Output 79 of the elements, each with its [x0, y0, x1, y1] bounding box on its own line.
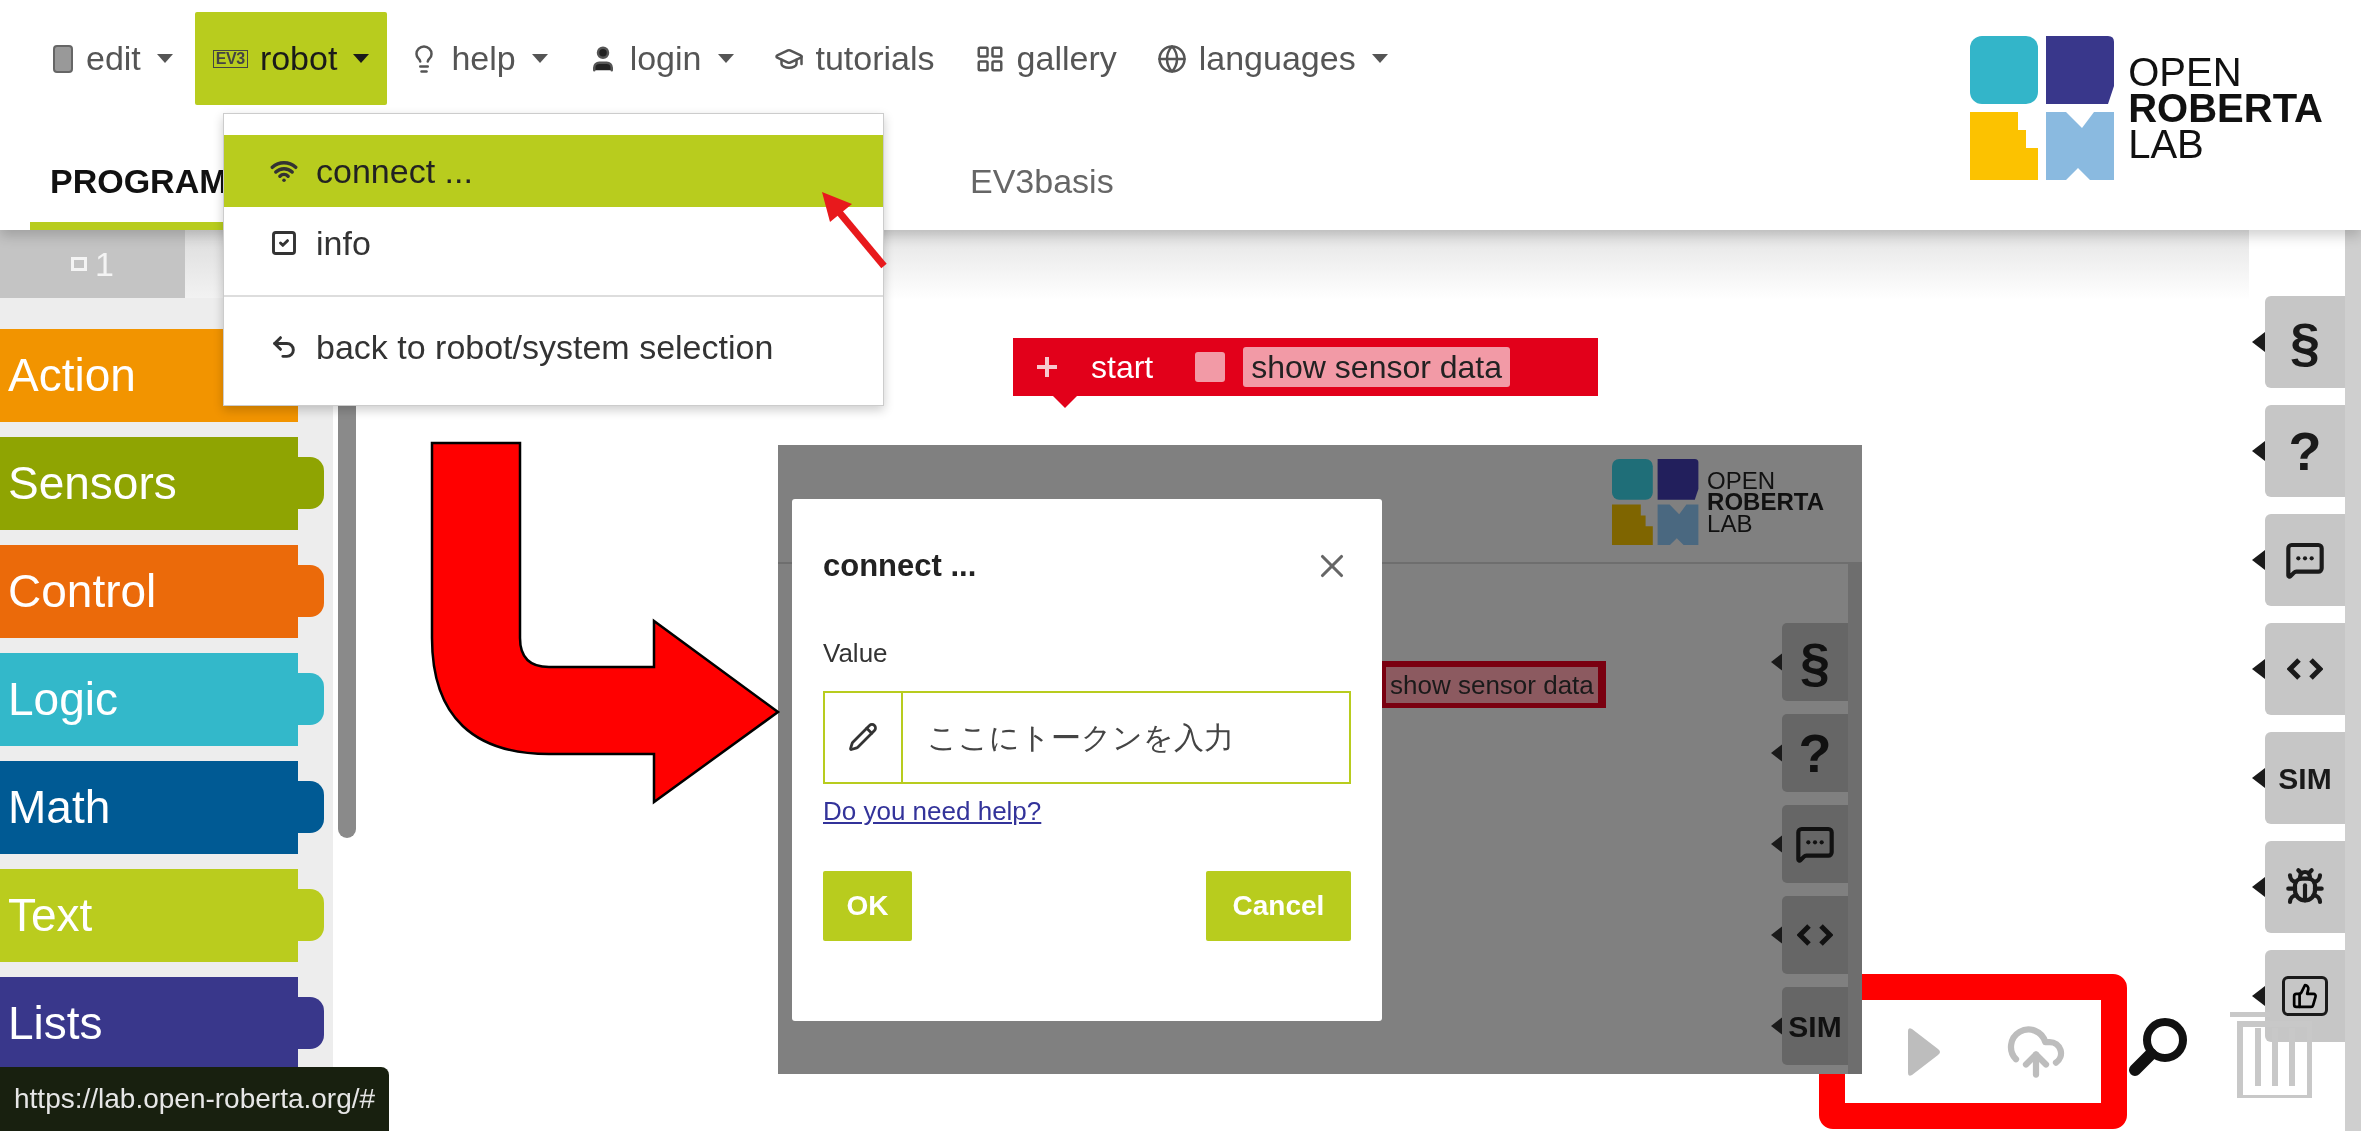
- logo-text: ROBERTA: [1707, 491, 1824, 513]
- side-button-label: §: [2289, 315, 2320, 369]
- side-button[interactable]: ?: [2265, 405, 2345, 497]
- nav-menu-item[interactable]: gallery: [956, 12, 1135, 105]
- block-label: start: [1091, 348, 1154, 387]
- globe-icon: [1156, 43, 1187, 74]
- caret-icon: [156, 53, 173, 64]
- pointer-icon: [2252, 659, 2265, 679]
- pointer-icon: [2252, 550, 2265, 570]
- nav-menu-item[interactable]: tutorials: [755, 12, 953, 105]
- logo-text: OPEN: [2128, 54, 2243, 90]
- logo-text: LAB: [1707, 513, 1754, 535]
- nav-menu-item[interactable]: edit: [34, 12, 191, 105]
- bug-icon: [2285, 867, 2325, 907]
- category-block[interactable]: Lists: [0, 977, 324, 1070]
- checkbox[interactable]: [1195, 352, 1226, 382]
- token-input-field[interactable]: ここにトークンを入力: [903, 692, 1349, 782]
- caret-icon: [353, 53, 370, 64]
- pointer-icon: [1771, 834, 1782, 854]
- pointer-icon: [1771, 743, 1782, 763]
- start-block[interactable]: start show sensor data: [1013, 338, 1598, 396]
- side-button-label: §: [1799, 635, 1830, 689]
- pointer-icon: [2252, 877, 2265, 897]
- code-icon: [1797, 923, 1833, 947]
- plus-icon: [1035, 355, 1059, 379]
- tab[interactable]: EV3basis: [950, 140, 1134, 230]
- menu-item[interactable]: back to robot/system selection: [224, 295, 883, 383]
- nav-menu-item[interactable]: login: [569, 12, 752, 105]
- logo-text: ROBERTA: [2128, 90, 2323, 126]
- zoom-icon[interactable]: [2127, 1016, 2189, 1078]
- side-button-label: SIM: [1788, 1008, 1842, 1045]
- logo-text: LAB: [2128, 126, 2205, 162]
- side-button[interactable]: [2265, 950, 2345, 1042]
- document-icon: [52, 43, 74, 74]
- speech-bubble-icon: [1795, 824, 1835, 864]
- token-field[interactable]: ここにトークンを入力: [823, 690, 1351, 784]
- thumbs-up-bubble-icon: [2282, 976, 2328, 1016]
- side-button[interactable]: [2265, 623, 2345, 715]
- block-notch-icon: [1053, 396, 1077, 408]
- side-button[interactable]: [2265, 841, 2345, 933]
- speech-bubble-icon: [2285, 540, 2325, 580]
- square-icon: [71, 257, 88, 271]
- menu-item[interactable]: info: [224, 207, 883, 279]
- pencil-icon: [848, 722, 878, 752]
- menu-item[interactable]: connect ...: [224, 135, 883, 207]
- side-button-label: SIM: [2278, 760, 2332, 797]
- side-button-label: ?: [1798, 726, 1832, 780]
- block-option[interactable]: show sensor data: [1243, 347, 1511, 387]
- side-button[interactable]: §: [2265, 296, 2345, 388]
- pointer-icon: [2252, 332, 2265, 352]
- logo-mark-icon: [1970, 36, 2115, 180]
- code-icon: [2287, 657, 2323, 681]
- dialog-title: connect ...: [823, 547, 977, 585]
- field-label: Value: [823, 636, 889, 670]
- ev3-badge: EV3: [212, 49, 248, 68]
- caret-icon: [1371, 53, 1388, 64]
- logo-mark-icon: [1612, 459, 1699, 546]
- pointer-icon: [1771, 1016, 1782, 1036]
- nav-menu-item[interactable]: languages: [1138, 12, 1406, 105]
- category-block[interactable]: Math: [0, 761, 324, 854]
- scrollbar[interactable]: [2345, 230, 2361, 1131]
- block-option: show sensor data: [1386, 666, 1598, 703]
- pointer-icon: [1771, 652, 1782, 672]
- caret-icon: [717, 53, 734, 64]
- pointer-icon: [2252, 986, 2265, 1006]
- logo-text: OPEN: [1707, 469, 1776, 492]
- nav-menu-item[interactable]: EV3 robot: [194, 12, 388, 105]
- pointer-icon: [1771, 925, 1782, 945]
- status-url: https://lab.open-roberta.org/#: [14, 1082, 376, 1116]
- pointer-icon: [2252, 441, 2265, 461]
- pointer-icon: [2252, 768, 2265, 788]
- side-button-label: ?: [2288, 424, 2322, 478]
- back-arrow-icon: [270, 333, 298, 361]
- help-link[interactable]: Do you need help?: [823, 791, 1042, 831]
- side-button[interactable]: [2265, 514, 2345, 606]
- checkbox-icon: [270, 229, 298, 257]
- nav-menu-item[interactable]: help: [391, 12, 566, 105]
- caret-icon: [531, 53, 548, 64]
- side-button[interactable]: SIM: [2265, 732, 2345, 824]
